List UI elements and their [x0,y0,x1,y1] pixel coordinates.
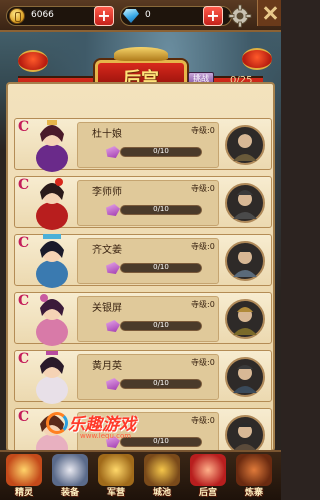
gold-value: 6066 [31,10,54,20]
add-gold-button[interactable]: + [94,6,114,26]
progress-text: 0/10 [153,379,169,387]
progress-text: 0/10 [153,147,169,155]
attendant-avatar[interactable] [225,241,265,281]
consort-name: 杜十娘 [92,129,122,140]
bottom-nav: 精灵 装备 军营 城池 后宫 炼寨 [0,450,281,500]
attendant-avatar[interactable] [225,183,265,223]
consort-name: 李师师 [92,187,122,198]
fragment-progress-bar: 0/10 [120,205,202,215]
gold-coin-icon [9,8,25,24]
fragment-icon [106,320,120,332]
nav-label: 军营 [106,488,125,498]
harem-icon [190,454,226,486]
rank-badge: C [18,119,30,135]
consort-name: 关银屏 [92,303,122,314]
nav-label: 后宫 [198,488,217,498]
fragment-progress-bar: 0/10 [120,379,202,389]
progress-text: 0/10 [153,321,169,329]
nav-label: 精灵 [14,488,33,498]
watermark-logo: 乐趣游戏 www.lequ.com [46,410,186,450]
rank-badge: C [18,235,30,251]
consort-name: 齐文姜 [92,245,122,256]
settings-gear-icon[interactable] [228,4,252,28]
nav-item-sprite[interactable]: 精灵 [2,454,46,500]
consort-name: 黄月英 [92,361,122,372]
rank-badge: C [18,177,30,193]
nav-item-barracks[interactable]: 军营 [94,454,138,500]
progress-text: 0/10 [153,263,169,271]
consort-portrait [29,346,75,404]
attendant-avatar[interactable] [225,357,265,397]
watermark-url: www.lequ.com [80,432,132,440]
sprite-icon [6,454,42,486]
attendant-level: 寺级:0 [191,184,215,193]
list-item[interactable]: C 李师师 0/10 寺级:0 [14,176,272,230]
diamond-icon [123,9,139,23]
resource-bar: 6066 + 0 + [0,0,281,32]
equipment-icon [52,454,88,486]
rank-badge: C [18,293,30,309]
nav-label: 装备 [60,488,79,498]
nav-item-harem[interactable]: 后宫 [186,454,230,500]
nav-label: 城池 [152,488,171,498]
nav-item-equipment[interactable]: 装备 [48,454,92,500]
attendant-level: 寺级:0 [191,416,215,425]
rank-badge: C [18,409,30,425]
progress-text: 0/10 [153,205,169,213]
attendant-level: 寺级:0 [191,300,215,309]
add-gem-button[interactable]: + [203,6,223,26]
list-item[interactable]: C 关银屏 0/10 寺级:0 [14,292,272,346]
attendant-avatar[interactable] [225,415,265,450]
fragment-icon [106,378,120,390]
list-item[interactable]: C 杜十娘 0/10 寺级:0 [14,118,272,172]
nav-item-city[interactable]: 城池 [140,454,184,500]
attendant-avatar[interactable] [225,125,265,165]
fragment-progress-bar: 0/10 [120,263,202,273]
attendant-level: 寺级:0 [191,358,215,367]
fragment-icon [106,146,120,158]
attendant-level: 寺级:0 [191,242,215,251]
attendant-avatar[interactable] [225,299,265,339]
consort-portrait [29,172,75,230]
rank-badge: C [18,351,30,367]
close-icon[interactable] [257,0,281,26]
barracks-icon [98,454,134,486]
lantern-icon [18,50,48,72]
consort-portrait [29,230,75,288]
consort-portrait [29,114,75,172]
nav-label: 炼寨 [244,488,263,498]
fragment-progress-bar: 0/10 [120,147,202,157]
fragment-progress-bar: 0/10 [120,321,202,331]
attendant-level: 寺级:0 [191,126,215,135]
fort-icon [236,454,272,486]
consort-list-panel[interactable]: C 杜十娘 0/10 寺级:0 C 李师师 0/10 寺级:0 C 齐文姜 0/… [6,82,275,452]
fragment-icon [106,204,120,216]
gem-value: 0 [145,10,151,20]
logo-swirl-icon [46,412,68,434]
fragment-icon [106,262,120,274]
list-item[interactable]: C 齐文姜 0/10 寺级:0 [14,234,272,288]
consort-portrait [29,288,75,346]
list-item[interactable]: C 黄月英 0/10 寺级:0 [14,350,272,404]
lantern-icon [242,48,272,70]
city-icon [144,454,180,486]
nav-item-fort[interactable]: 炼寨 [232,454,276,500]
